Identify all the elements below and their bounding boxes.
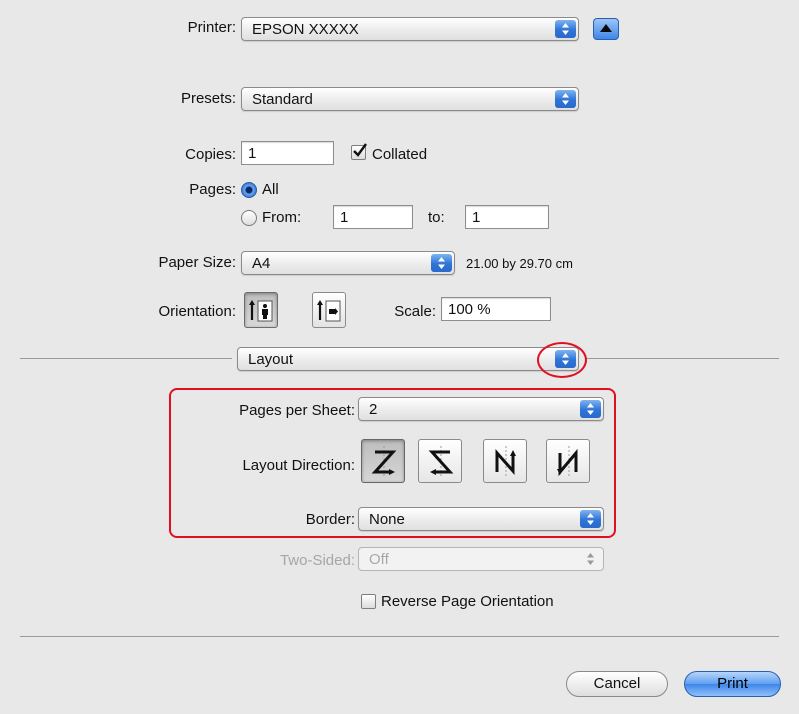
two-sided-popup: Off [358, 547, 604, 571]
portrait-orientation-button[interactable] [244, 292, 278, 328]
printer-popup[interactable]: EPSON XXXXX [241, 17, 579, 41]
reverse-orientation-label: Reverse Page Orientation [381, 593, 554, 610]
reverse-orientation-checkbox[interactable] [361, 594, 376, 609]
popup-arrows-icon [555, 90, 576, 108]
print-button[interactable]: Print [684, 671, 781, 697]
border-popup[interactable]: None [358, 507, 604, 531]
pages-per-sheet-label: Pages per Sheet: [239, 402, 355, 419]
paper-size-value: A4 [252, 255, 271, 272]
scale-field[interactable]: 100 % [441, 297, 551, 321]
direction-reverse-n-button[interactable] [546, 439, 590, 483]
direction-z-button[interactable] [361, 439, 405, 483]
presets-label: Presets: [180, 90, 236, 107]
paper-size-label: Paper Size: [158, 254, 236, 271]
copies-label: Copies: [185, 146, 236, 163]
n-direction-icon [495, 446, 516, 478]
landscape-orientation-button[interactable] [312, 292, 346, 328]
portrait-orientation-icon [249, 300, 273, 322]
pages-all-radio[interactable] [241, 182, 257, 198]
separator-left [20, 358, 232, 359]
orientation-label: Orientation: [158, 303, 236, 320]
border-label: Border: [305, 511, 355, 528]
presets-popup[interactable]: Standard [241, 87, 579, 111]
collated-label: Collated [372, 146, 428, 163]
reverse-z-direction-icon [428, 446, 454, 478]
pages-label: Pages: [189, 181, 236, 198]
layout-direction-label: Layout Direction: [242, 457, 355, 474]
pages-from-radio[interactable] [241, 210, 257, 226]
two-sided-value: Off [369, 551, 389, 568]
pages-from-value: 1 [340, 209, 349, 226]
presets-value: Standard [252, 91, 313, 108]
popup-arrows-icon [580, 510, 601, 528]
paper-size-popup[interactable]: A4 [241, 251, 455, 275]
popup-arrows-icon [555, 20, 576, 38]
reverse-n-direction-icon [557, 446, 578, 478]
pages-to-value: 1 [472, 209, 481, 226]
collapse-details-button[interactable] [593, 18, 619, 40]
direction-n-button[interactable] [483, 439, 527, 483]
copies-value: 1 [248, 145, 257, 162]
separator-bottom [20, 636, 779, 637]
section-value: Layout [248, 351, 294, 368]
separator-right [587, 358, 779, 359]
pages-from-field[interactable]: 1 [333, 205, 413, 229]
collated-checkbox[interactable] [351, 143, 367, 160]
printer-label: Printer: [187, 19, 236, 36]
printer-value: EPSON XXXXX [252, 21, 359, 38]
copies-field[interactable]: 1 [241, 141, 334, 165]
popup-arrows-icon [580, 550, 601, 568]
pages-to-field[interactable]: 1 [465, 205, 549, 229]
section-popup[interactable]: Layout [237, 347, 579, 371]
two-sided-label: Two-Sided: [279, 552, 355, 569]
pages-per-sheet-value: 2 [369, 401, 378, 418]
z-direction-icon [371, 446, 397, 478]
checkmark-icon [353, 143, 367, 157]
cancel-button[interactable]: Cancel [566, 671, 668, 697]
pages-to-label: to: [428, 209, 445, 226]
print-dialog: { "printer": { "label": "Printer:", "val… [0, 0, 799, 714]
highlight-circle [537, 342, 587, 378]
direction-reverse-z-button[interactable] [418, 439, 462, 483]
triangle-up-icon [600, 24, 612, 32]
scale-label: Scale: [394, 303, 436, 320]
popup-arrows-icon [431, 254, 452, 272]
pages-from-label: From: [262, 209, 302, 226]
pages-per-sheet-popup[interactable]: 2 [358, 397, 604, 421]
paper-dimensions: 21.00 by 29.70 cm [466, 256, 573, 271]
popup-arrows-icon [580, 400, 601, 418]
border-value: None [369, 511, 405, 528]
scale-value: 100 % [448, 301, 491, 318]
landscape-orientation-icon [317, 300, 341, 322]
pages-all-label: All [262, 181, 279, 198]
